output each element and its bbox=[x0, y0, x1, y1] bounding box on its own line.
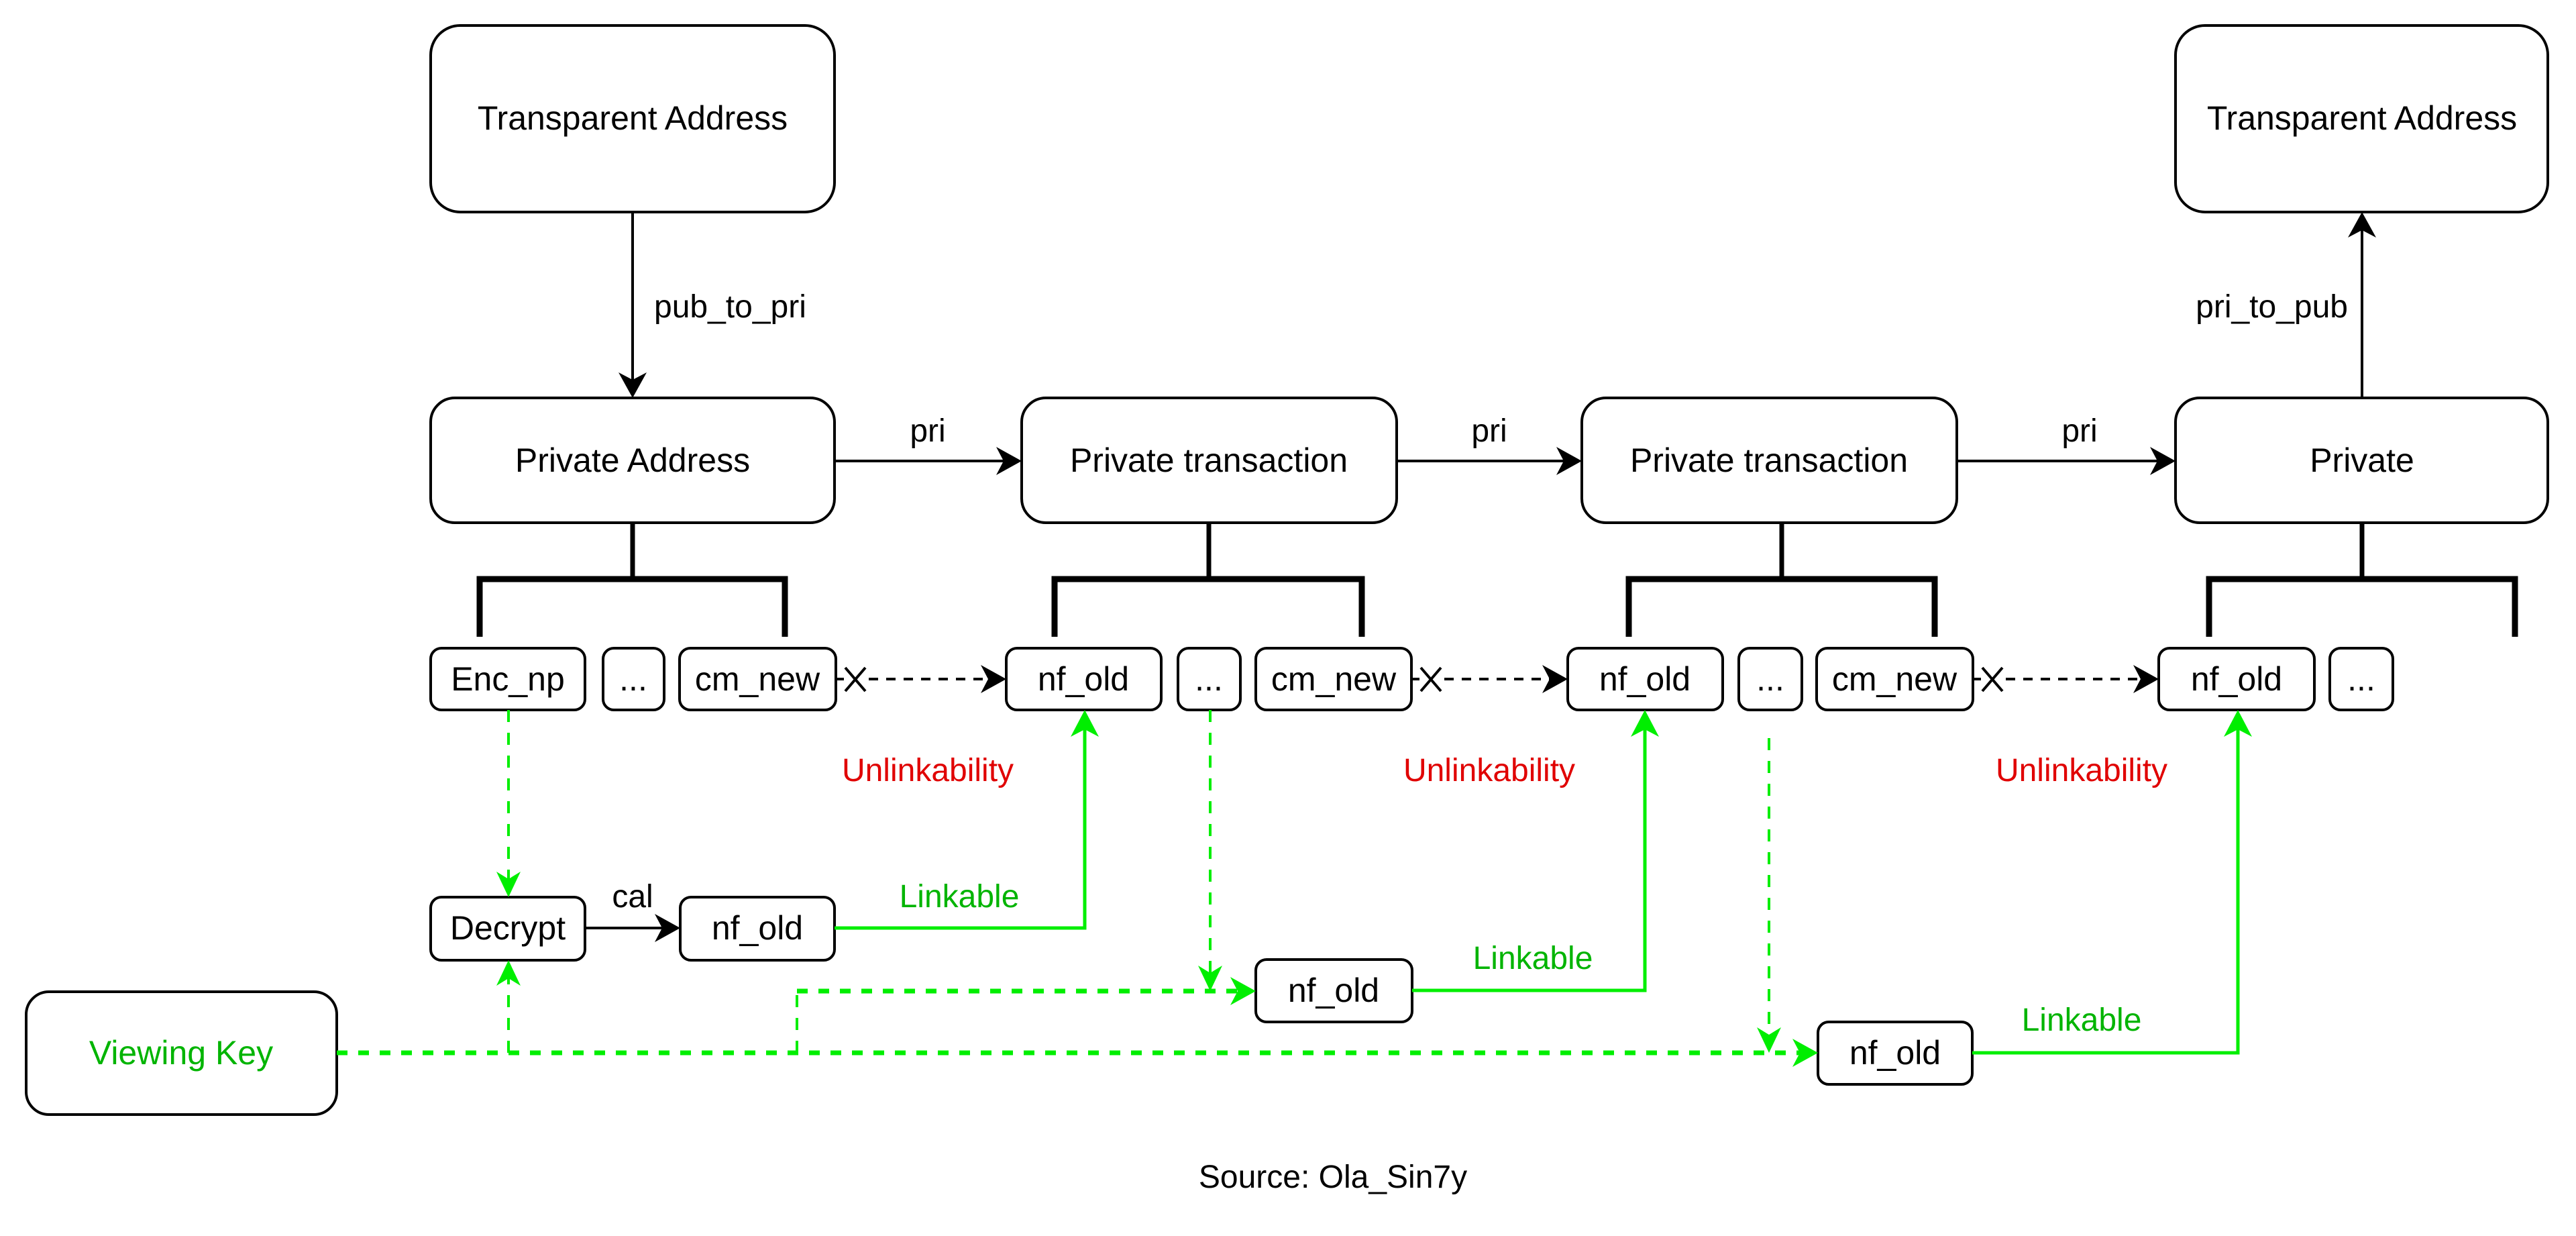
node-private-address[interactable]: Private Address bbox=[429, 397, 836, 524]
edge-label: pub_to_pri bbox=[654, 289, 806, 325]
node-label: Transparent Address bbox=[2207, 99, 2517, 137]
edge-label: pri bbox=[1471, 413, 1507, 449]
node-label: Private transaction bbox=[1630, 442, 1908, 479]
field-ellipsis[interactable]: ... bbox=[1737, 647, 1803, 711]
node-label: Private transaction bbox=[1070, 442, 1348, 479]
node-label: Transparent Address bbox=[478, 99, 788, 137]
node-transparent-address-right[interactable]: Transparent Address bbox=[2174, 24, 2549, 213]
privacy-flow-diagram: Transparent Address Transparent Address … bbox=[0, 0, 2576, 1236]
field-cm-new[interactable]: cm_new bbox=[1815, 647, 1974, 711]
field-label: cm_new bbox=[1832, 660, 1957, 698]
edge-label: cal bbox=[612, 879, 653, 915]
edge-label: pri bbox=[910, 413, 945, 449]
field-label: ... bbox=[619, 660, 647, 698]
field-nf-old[interactable]: nf_old bbox=[1005, 647, 1163, 711]
derived-label: nf_old bbox=[1288, 972, 1379, 1009]
node-private-final[interactable]: Private bbox=[2174, 397, 2549, 524]
field-cm-new[interactable]: cm_new bbox=[1254, 647, 1413, 711]
derived-nf-old-3[interactable]: nf_old bbox=[1817, 1021, 1974, 1086]
field-cm-new[interactable]: cm_new bbox=[678, 647, 837, 711]
field-label: ... bbox=[1756, 660, 1784, 698]
linkable-label: Linkable bbox=[900, 879, 1020, 915]
derived-nf-old-1[interactable]: nf_old bbox=[679, 896, 836, 962]
node-private-transaction-2[interactable]: Private transaction bbox=[1580, 397, 1958, 524]
node-viewing-key[interactable]: Viewing Key bbox=[25, 990, 338, 1116]
derived-label: nf_old bbox=[1849, 1034, 1941, 1072]
derived-label: Decrypt bbox=[450, 909, 566, 947]
linkable-label: Linkable bbox=[2022, 1002, 2142, 1038]
field-label: nf_old bbox=[2191, 660, 2282, 698]
field-ellipsis[interactable]: ... bbox=[2328, 647, 2394, 711]
field-nf-old[interactable]: nf_old bbox=[2157, 647, 2316, 711]
derived-nf-old-2[interactable]: nf_old bbox=[1254, 958, 1413, 1023]
field-label: Enc_np bbox=[451, 660, 565, 698]
unlinkability-label: Unlinkability bbox=[1403, 753, 1575, 788]
node-label: Viewing Key bbox=[89, 1034, 273, 1072]
field-label: nf_old bbox=[1599, 660, 1690, 698]
field-label: nf_old bbox=[1038, 660, 1129, 698]
unlinkability-label: Unlinkability bbox=[1996, 753, 2167, 788]
source-caption: Source: Ola_Sin7y bbox=[1199, 1160, 1467, 1195]
field-ellipsis[interactable]: ... bbox=[602, 647, 665, 711]
field-label: cm_new bbox=[695, 660, 820, 698]
derived-decrypt[interactable]: Decrypt bbox=[429, 896, 586, 962]
field-nf-old[interactable]: nf_old bbox=[1566, 647, 1724, 711]
edge-label: pri_to_pub bbox=[2196, 289, 2348, 325]
field-enc-np[interactable]: Enc_np bbox=[429, 647, 586, 711]
node-label: Private bbox=[2310, 442, 2414, 479]
field-label: ... bbox=[1195, 660, 1223, 698]
unlinkability-label: Unlinkability bbox=[842, 753, 1014, 788]
node-label: Private Address bbox=[515, 442, 750, 479]
derived-label: nf_old bbox=[712, 909, 803, 947]
linkable-label: Linkable bbox=[1473, 941, 1593, 976]
node-private-transaction-1[interactable]: Private transaction bbox=[1020, 397, 1398, 524]
field-label: ... bbox=[2347, 660, 2375, 698]
node-transparent-address-left[interactable]: Transparent Address bbox=[429, 24, 836, 213]
edge-label: pri bbox=[2061, 413, 2097, 449]
field-ellipsis[interactable]: ... bbox=[1177, 647, 1242, 711]
field-label: cm_new bbox=[1271, 660, 1397, 698]
